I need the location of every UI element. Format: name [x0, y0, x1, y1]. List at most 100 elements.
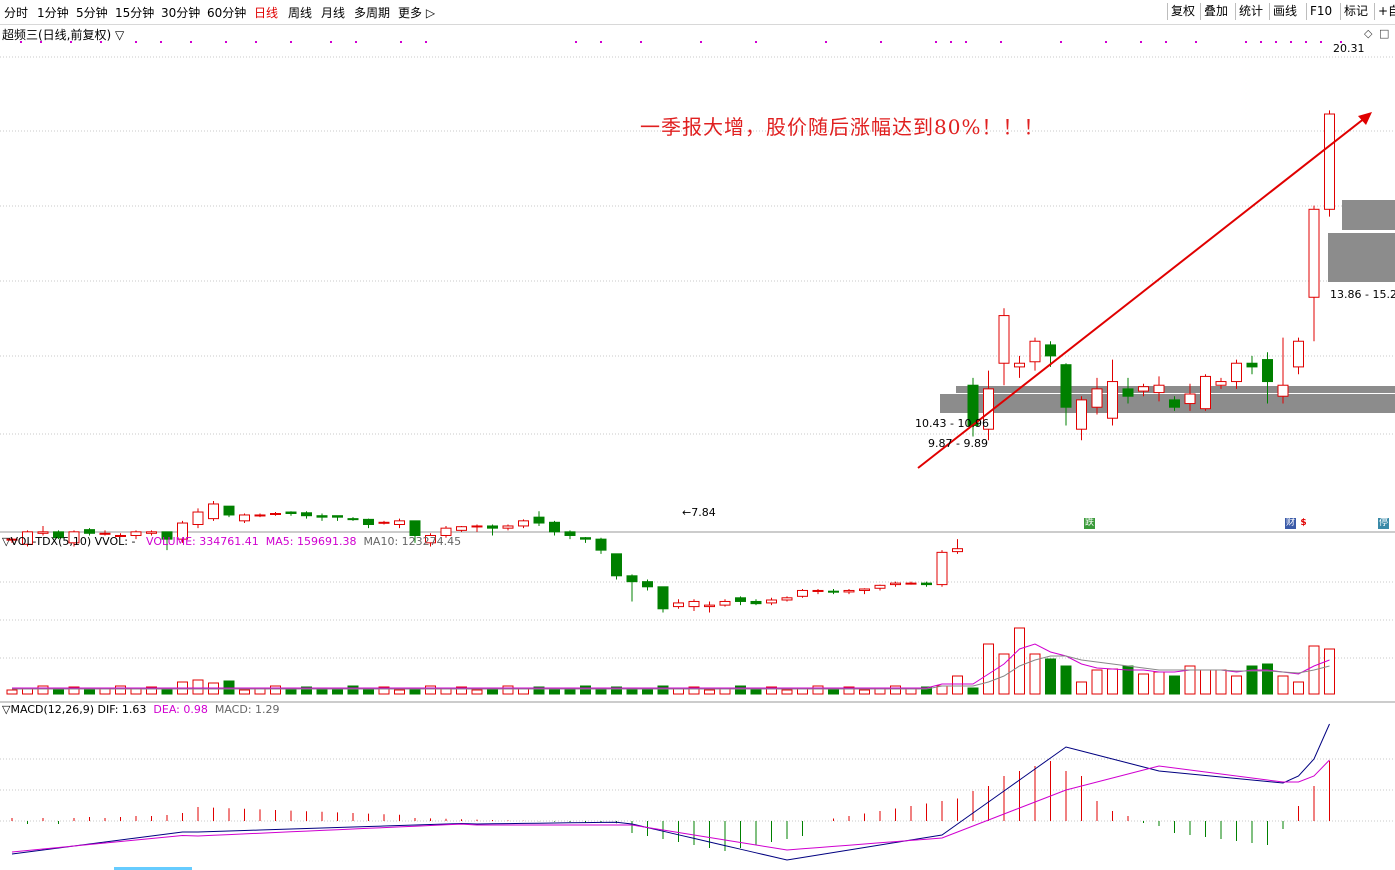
- finance-marker-icon[interactable]: 财: [1285, 518, 1296, 529]
- candle-body: [487, 525, 498, 529]
- top-marker: [1275, 41, 1277, 43]
- toolbar-button-5[interactable]: 标记: [1340, 3, 1371, 20]
- period-tab-3[interactable]: 15分钟: [115, 4, 154, 21]
- toolbar-button-0[interactable]: 复权: [1167, 3, 1198, 20]
- candle-body: [471, 525, 483, 528]
- top-marker: [755, 41, 757, 43]
- period-tab-6[interactable]: 日线: [254, 4, 278, 21]
- top-marker: [160, 41, 162, 43]
- toolbar-button-4[interactable]: F10: [1306, 3, 1335, 20]
- candle-body: [828, 590, 839, 593]
- volume-bar: [1293, 681, 1304, 695]
- candle-body: [781, 597, 793, 601]
- top-marker: [700, 41, 702, 43]
- volume-bar: [518, 688, 529, 695]
- volume-bar: [549, 689, 560, 695]
- candle-body: [1324, 113, 1335, 210]
- period-tab-9[interactable]: 多周期: [354, 4, 390, 21]
- top-marker: [330, 41, 332, 43]
- candle-body: [208, 503, 219, 520]
- volume-bar: [673, 688, 684, 695]
- macd-indicator-name[interactable]: ▽MACD(12,26,9): [2, 703, 94, 716]
- down-marker-icon[interactable]: 跌: [1084, 518, 1095, 529]
- candle-body: [1153, 384, 1165, 394]
- volume-bar: [890, 685, 901, 695]
- candle-body: [1107, 381, 1118, 419]
- candle-body: [642, 581, 653, 588]
- macd-dif-line: [11, 723, 1330, 861]
- volume-bar: [394, 689, 405, 695]
- volume-bar: [781, 689, 793, 695]
- annotation-text: 一季报大增，股价随后涨幅达到80%！！！: [640, 115, 1045, 139]
- top-marker: [225, 41, 227, 43]
- candle-body: [1262, 359, 1273, 383]
- candle-body: [518, 520, 529, 527]
- chip-bar: [1328, 233, 1395, 282]
- toolbar-button-1[interactable]: 叠加: [1200, 3, 1231, 20]
- candle-body: [394, 520, 405, 525]
- period-tab-0[interactable]: 分时: [4, 4, 28, 21]
- candle-body: [1138, 386, 1149, 392]
- candle-body: [1014, 362, 1025, 368]
- candle-body: [1091, 388, 1103, 408]
- volume-panel-header: ▽VOL-TDX(5,10) VVOL: - VOLUME: 334761.41…: [2, 535, 461, 548]
- candle-body: [456, 526, 467, 531]
- candle-body: [843, 589, 855, 593]
- volume-bar: [1324, 648, 1335, 695]
- volume-bar: [1091, 669, 1103, 695]
- diamond-icon: ◇: [1364, 27, 1373, 40]
- period-tab-10[interactable]: 更多 ▷: [398, 4, 435, 21]
- dividend-marker-icon[interactable]: $: [1298, 518, 1309, 529]
- top-marker: [1245, 41, 1247, 43]
- top-marker: [1165, 41, 1167, 43]
- candle-body: [1060, 364, 1072, 408]
- candle-body: [719, 600, 731, 606]
- volume-bar: [983, 643, 994, 695]
- volume-bar: [37, 685, 49, 695]
- chip-bar: [1342, 200, 1395, 230]
- candle-body: [1277, 384, 1289, 397]
- top-marker: [135, 41, 137, 43]
- top-marker: [425, 41, 427, 43]
- period-tab-2[interactable]: 5分钟: [76, 4, 108, 21]
- candle-body: [1308, 208, 1320, 298]
- period-tab-1[interactable]: 1分钟: [37, 4, 69, 21]
- volume-bar: [1045, 658, 1056, 695]
- candle-body: [859, 588, 870, 591]
- candle-body: [890, 582, 901, 586]
- top-marker: [190, 41, 192, 43]
- volume-indicator-name[interactable]: ▽VOL-TDX(5,10): [2, 535, 91, 548]
- price-max-label: 20.31: [1333, 42, 1365, 55]
- top-marker: [1060, 41, 1062, 43]
- chart-title[interactable]: 超频三(日线,前复权) ▽: [2, 26, 124, 43]
- candle-body: [1231, 362, 1242, 383]
- panel-icon: □: [1379, 27, 1389, 40]
- volume-value: VOLUME: 334761.41: [145, 535, 259, 548]
- volume-bar: [347, 685, 359, 695]
- top-marker: [640, 41, 642, 43]
- volume-bar: [53, 688, 64, 695]
- toolbar-button-2[interactable]: 统计: [1235, 3, 1266, 20]
- period-tab-4[interactable]: 30分钟: [161, 4, 200, 21]
- top-marker: [1105, 41, 1107, 43]
- volume-bar: [1076, 681, 1087, 695]
- period-tab-7[interactable]: 周线: [288, 4, 312, 21]
- candle-body: [797, 589, 808, 597]
- candle-body: [921, 582, 932, 586]
- candle-body: [1029, 340, 1041, 363]
- top-marker: [1290, 41, 1292, 43]
- candle-body: [347, 518, 359, 521]
- toolbar-button-6[interactable]: +自: [1374, 3, 1395, 20]
- suspend-marker-icon[interactable]: 停: [1378, 518, 1389, 529]
- volume-bar: [1138, 673, 1149, 695]
- candle-body: [146, 531, 157, 534]
- period-tab-5[interactable]: 60分钟: [207, 4, 246, 21]
- volume-bar: [1262, 663, 1273, 695]
- candle-body: [611, 553, 622, 577]
- period-tab-8[interactable]: 月线: [321, 4, 345, 21]
- candle-body: [1076, 399, 1087, 430]
- toolbar-button-3[interactable]: 画线: [1269, 3, 1300, 20]
- volume-bar: [580, 685, 591, 695]
- candle-body: [766, 599, 777, 604]
- volume-bar: [952, 675, 963, 695]
